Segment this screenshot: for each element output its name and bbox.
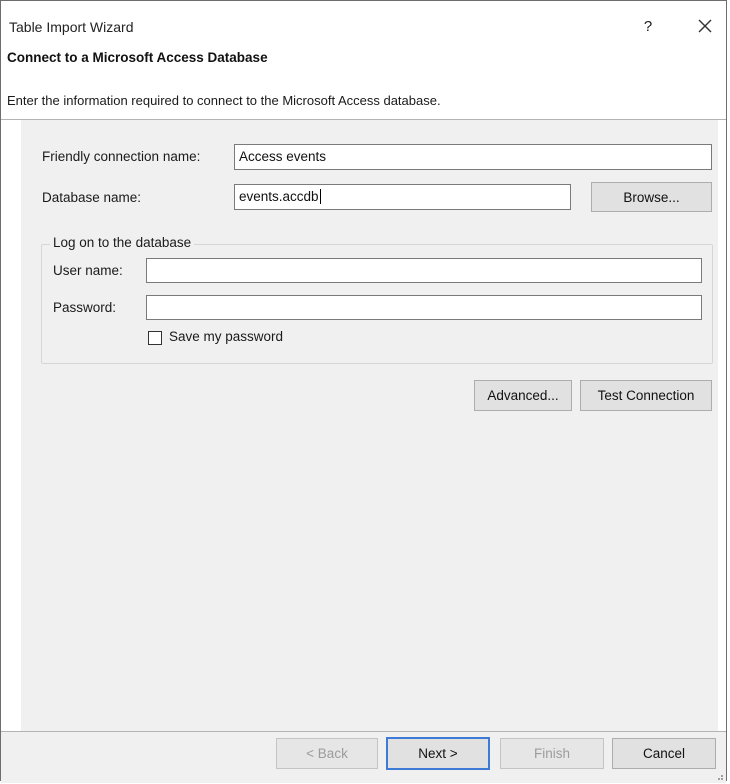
next-button[interactable]: Next >	[386, 737, 490, 770]
user-name-label: User name:	[53, 263, 123, 278]
close-icon	[698, 19, 712, 33]
window-title: Table Import Wizard	[9, 19, 134, 35]
text-caret	[319, 189, 321, 204]
database-name-label: Database name:	[42, 190, 142, 205]
wizard-footer: < Back Next > Finish Cancel	[1, 731, 726, 783]
save-password-checkbox[interactable]	[148, 331, 162, 345]
help-button[interactable]: ?	[637, 15, 659, 39]
logon-groupbox: Log on to the database User name: Passwo…	[41, 235, 713, 364]
friendly-name-label: Friendly connection name:	[42, 149, 201, 164]
logon-group-label: Log on to the database	[50, 235, 195, 250]
test-connection-button[interactable]: Test Connection	[580, 380, 712, 411]
connection-form-panel: Friendly connection name: Access events …	[21, 120, 718, 731]
database-name-value: events.accdb	[239, 189, 319, 204]
title-bar: Table Import Wizard ?	[1, 1, 726, 43]
user-name-input[interactable]	[146, 258, 702, 283]
close-button[interactable]	[693, 13, 717, 39]
page-description: Enter the information required to connec…	[7, 93, 441, 108]
advanced-button[interactable]: Advanced...	[474, 380, 572, 411]
resize-grip-icon[interactable]	[714, 771, 724, 781]
friendly-name-input[interactable]: Access events	[234, 144, 712, 170]
password-input[interactable]	[146, 295, 702, 320]
cancel-button[interactable]: Cancel	[612, 738, 716, 769]
table-import-wizard-dialog: Table Import Wizard ? Connect to a Micro…	[0, 0, 727, 783]
password-label: Password:	[53, 300, 117, 315]
wizard-header: Connect to a Microsoft Access Database E…	[1, 43, 726, 120]
database-name-input[interactable]: events.accdb	[234, 184, 571, 210]
back-button[interactable]: < Back	[276, 738, 378, 769]
browse-button[interactable]: Browse...	[591, 182, 712, 212]
save-password-label[interactable]: Save my password	[169, 329, 283, 344]
finish-button[interactable]: Finish	[500, 738, 604, 769]
page-title: Connect to a Microsoft Access Database	[7, 50, 268, 65]
